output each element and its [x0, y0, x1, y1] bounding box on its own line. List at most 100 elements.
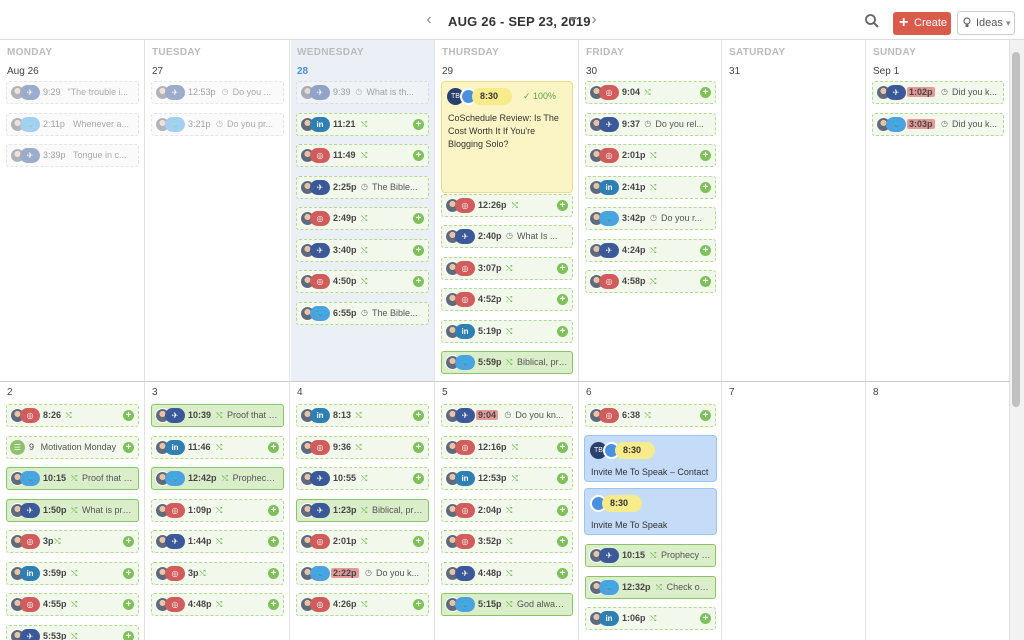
social-message-card[interactable]: ✈ 10:39 ⤭ Proof that Bi... — [151, 404, 284, 427]
social-message-card[interactable]: ◎ 2:04p ⤭ + — [441, 498, 573, 522]
add-icon[interactable]: + — [413, 213, 424, 224]
add-icon[interactable]: + — [700, 244, 711, 256]
add-icon[interactable]: + — [557, 262, 568, 274]
social-message-card[interactable]: 🐦 3:03p ◷ Did you k... — [872, 112, 1004, 136]
add-icon[interactable]: + — [413, 536, 424, 547]
social-message-card[interactable]: in 5:19p ⤭ + — [441, 319, 573, 343]
add-icon[interactable]: + — [557, 294, 568, 305]
social-message-card[interactable]: 🐦 3:21p ◷ Do you pr... — [151, 112, 284, 136]
add-icon[interactable]: + — [700, 87, 711, 98]
social-message-card[interactable]: ✈ 5:53p ⤭ + — [6, 624, 139, 640]
add-icon[interactable]: + — [700, 410, 711, 421]
social-message-card[interactable]: in 11:46 ⤭ + — [151, 435, 284, 459]
social-message-card[interactable]: ◎ 1:09p ⤭ + — [151, 498, 284, 522]
social-message-card[interactable]: ✈ 2:40p ◷ What Is ... — [441, 225, 573, 248]
social-message-card[interactable]: in 2:41p ⤭ + — [585, 175, 716, 199]
social-message-card[interactable]: 🐦12:32p ⤭ Check out ... — [585, 575, 716, 599]
social-message-card[interactable]: 🐦 10:15 ⤭ Proof that Bi... — [6, 467, 139, 490]
social-message-card[interactable]: ◎ 2:01p ⤭ + — [296, 530, 429, 553]
scrollbar-thumb[interactable] — [1012, 52, 1020, 407]
add-icon[interactable]: + — [413, 244, 424, 256]
social-message-card[interactable]: in 12:53p ⤭ + — [441, 467, 573, 490]
add-icon[interactable]: + — [413, 599, 424, 610]
create-button[interactable]: + Create — [893, 12, 951, 35]
plan-item[interactable]: ☰ 9 Motivation Monday + — [6, 435, 139, 459]
social-message-card[interactable]: ◎ 12:26p ⤭ + — [441, 193, 573, 217]
social-message-card[interactable]: ◎ 3p ⤭ + — [6, 530, 139, 553]
social-message-card[interactable]: in 3:59p ⤭ + — [6, 561, 139, 585]
social-message-card[interactable]: ◎ 11:49 ⤭ + — [296, 144, 429, 167]
add-icon[interactable]: + — [123, 599, 134, 610]
social-message-card[interactable]: ✈ 9:04 ◷ Do you kn... — [441, 404, 573, 427]
social-message-card[interactable]: in 11:21 ⤭ + — [296, 112, 429, 136]
scheduled-post-card[interactable]: TB 8:30 Invite Me To Speak – Contact — [584, 435, 717, 482]
add-icon[interactable]: + — [557, 567, 568, 579]
social-message-card[interactable]: ✈ 9:29 "The trouble i... — [6, 81, 139, 104]
social-message-card[interactable]: 🐦12:42p ⤭ Prophecy is... — [151, 467, 284, 490]
add-icon[interactable]: + — [413, 410, 424, 421]
add-icon[interactable]: + — [557, 441, 568, 453]
social-message-card[interactable]: ◎ 4:50p ⤭ + — [296, 270, 429, 293]
social-message-card[interactable]: ✈ 2:25p ◷ The Bible... — [296, 175, 429, 199]
add-icon[interactable]: + — [700, 276, 711, 287]
add-icon[interactable]: + — [268, 536, 279, 547]
social-message-card[interactable]: ✈ 9:37 ◷ Do you rel... — [585, 112, 716, 136]
social-message-card[interactable]: ✈ 3:40p ⤭ + — [296, 238, 429, 262]
add-icon[interactable]: + — [700, 613, 711, 624]
social-message-card[interactable]: ◎ 4:55p ⤭ + — [6, 593, 139, 616]
add-icon[interactable]: + — [413, 441, 424, 453]
social-message-card[interactable]: ✈ 4:48p ⤭ + — [441, 561, 573, 585]
social-message-card[interactable]: ✈1:50p ⤭ What is prop... — [6, 498, 139, 522]
add-icon[interactable]: + — [123, 630, 134, 640]
add-icon[interactable]: + — [123, 441, 134, 453]
social-message-card[interactable]: ✈ 1:02p ◷ Did you k... — [872, 81, 1004, 104]
add-icon[interactable]: + — [700, 181, 711, 193]
add-icon[interactable]: + — [268, 441, 279, 453]
ideas-button[interactable]: Ideas ▾ — [957, 11, 1015, 35]
social-message-card[interactable]: 🐦5:15p ⤭ God always ... — [441, 593, 573, 616]
search-icon[interactable] — [864, 13, 880, 29]
social-message-card[interactable]: ◎ 4:26p ⤭ + — [296, 593, 429, 616]
social-message-card[interactable]: ◎ 4:52p ⤭ + — [441, 288, 573, 311]
scheduled-post-card[interactable]: TB 8:30 ✓ 100% CoSchedule Review: Is The Co… — [441, 81, 573, 193]
social-message-card[interactable]: ◎ 6:38 ⤭ + — [585, 404, 716, 427]
social-message-card[interactable]: ✈ 9:39 ◷ What is th... — [296, 81, 429, 104]
social-message-card[interactable]: ✈ 3:39p Tongue in c... — [6, 144, 139, 167]
social-message-card[interactable]: ✈1:23p ⤭ Biblical, prac... — [296, 498, 429, 522]
social-message-card[interactable]: ◎ 2:49p ⤭ + — [296, 207, 429, 230]
add-icon[interactable]: + — [268, 567, 279, 579]
add-icon[interactable]: + — [268, 504, 279, 516]
add-icon[interactable]: + — [413, 118, 424, 130]
add-icon[interactable]: + — [123, 567, 134, 579]
social-message-card[interactable]: 🐦 6:55p ◷ The Bible... — [296, 301, 429, 325]
social-message-card[interactable]: ◎ 4:48p ⤭ + — [151, 593, 284, 616]
social-message-card[interactable]: ✈ 1:44p ⤭ + — [151, 530, 284, 553]
social-message-card[interactable]: ✈ 12:53p ◷ Do you ... — [151, 81, 284, 104]
social-message-card[interactable]: ◎ 9:04 ⤭ + — [585, 81, 716, 104]
add-icon[interactable]: + — [557, 473, 568, 484]
add-icon[interactable]: + — [557, 536, 568, 547]
chevron-down-icon[interactable] — [569, 17, 577, 22]
add-icon[interactable]: + — [413, 150, 424, 161]
social-message-card[interactable]: ✈ 4:24p ⤭ + — [585, 238, 716, 262]
social-message-card[interactable]: ◎ 12:16p ⤭ + — [441, 435, 573, 459]
scheduled-post-card[interactable]: 8:30 Invite Me To Speak — [584, 488, 717, 535]
social-message-card[interactable]: in 8:13 ⤭ + — [296, 404, 429, 427]
social-message-card[interactable]: in 1:06p ⤭ + — [585, 607, 716, 630]
prev-range-icon[interactable]: ‹ — [421, 12, 437, 28]
social-message-card[interactable]: 🐦 3:42p ◷ Do you r... — [585, 207, 716, 230]
social-message-card[interactable]: ✈10:15 ⤭ Prophecy is ... — [585, 544, 716, 567]
social-message-card[interactable]: 🐦 2:11p Whenever a... — [6, 112, 139, 136]
social-message-card[interactable]: ◎ 9:36 ⤭ + — [296, 435, 429, 459]
social-message-card[interactable]: ◎ 4:58p ⤭ + — [585, 270, 716, 293]
social-message-card[interactable]: ◎ 3:52p ⤭ + — [441, 530, 573, 553]
next-range-icon[interactable]: › — [586, 12, 602, 28]
add-icon[interactable]: + — [413, 276, 424, 287]
social-message-card[interactable]: ✈ 10:55 ⤭ + — [296, 467, 429, 490]
social-message-card[interactable]: 🐦5:59p ⤭ Biblical, prac... — [441, 351, 573, 374]
add-icon[interactable]: + — [123, 536, 134, 547]
add-icon[interactable]: + — [700, 150, 711, 161]
add-icon[interactable]: + — [413, 473, 424, 484]
social-message-card[interactable]: ◎ 3:07p ⤭ + — [441, 256, 573, 280]
add-icon[interactable]: + — [268, 599, 279, 610]
